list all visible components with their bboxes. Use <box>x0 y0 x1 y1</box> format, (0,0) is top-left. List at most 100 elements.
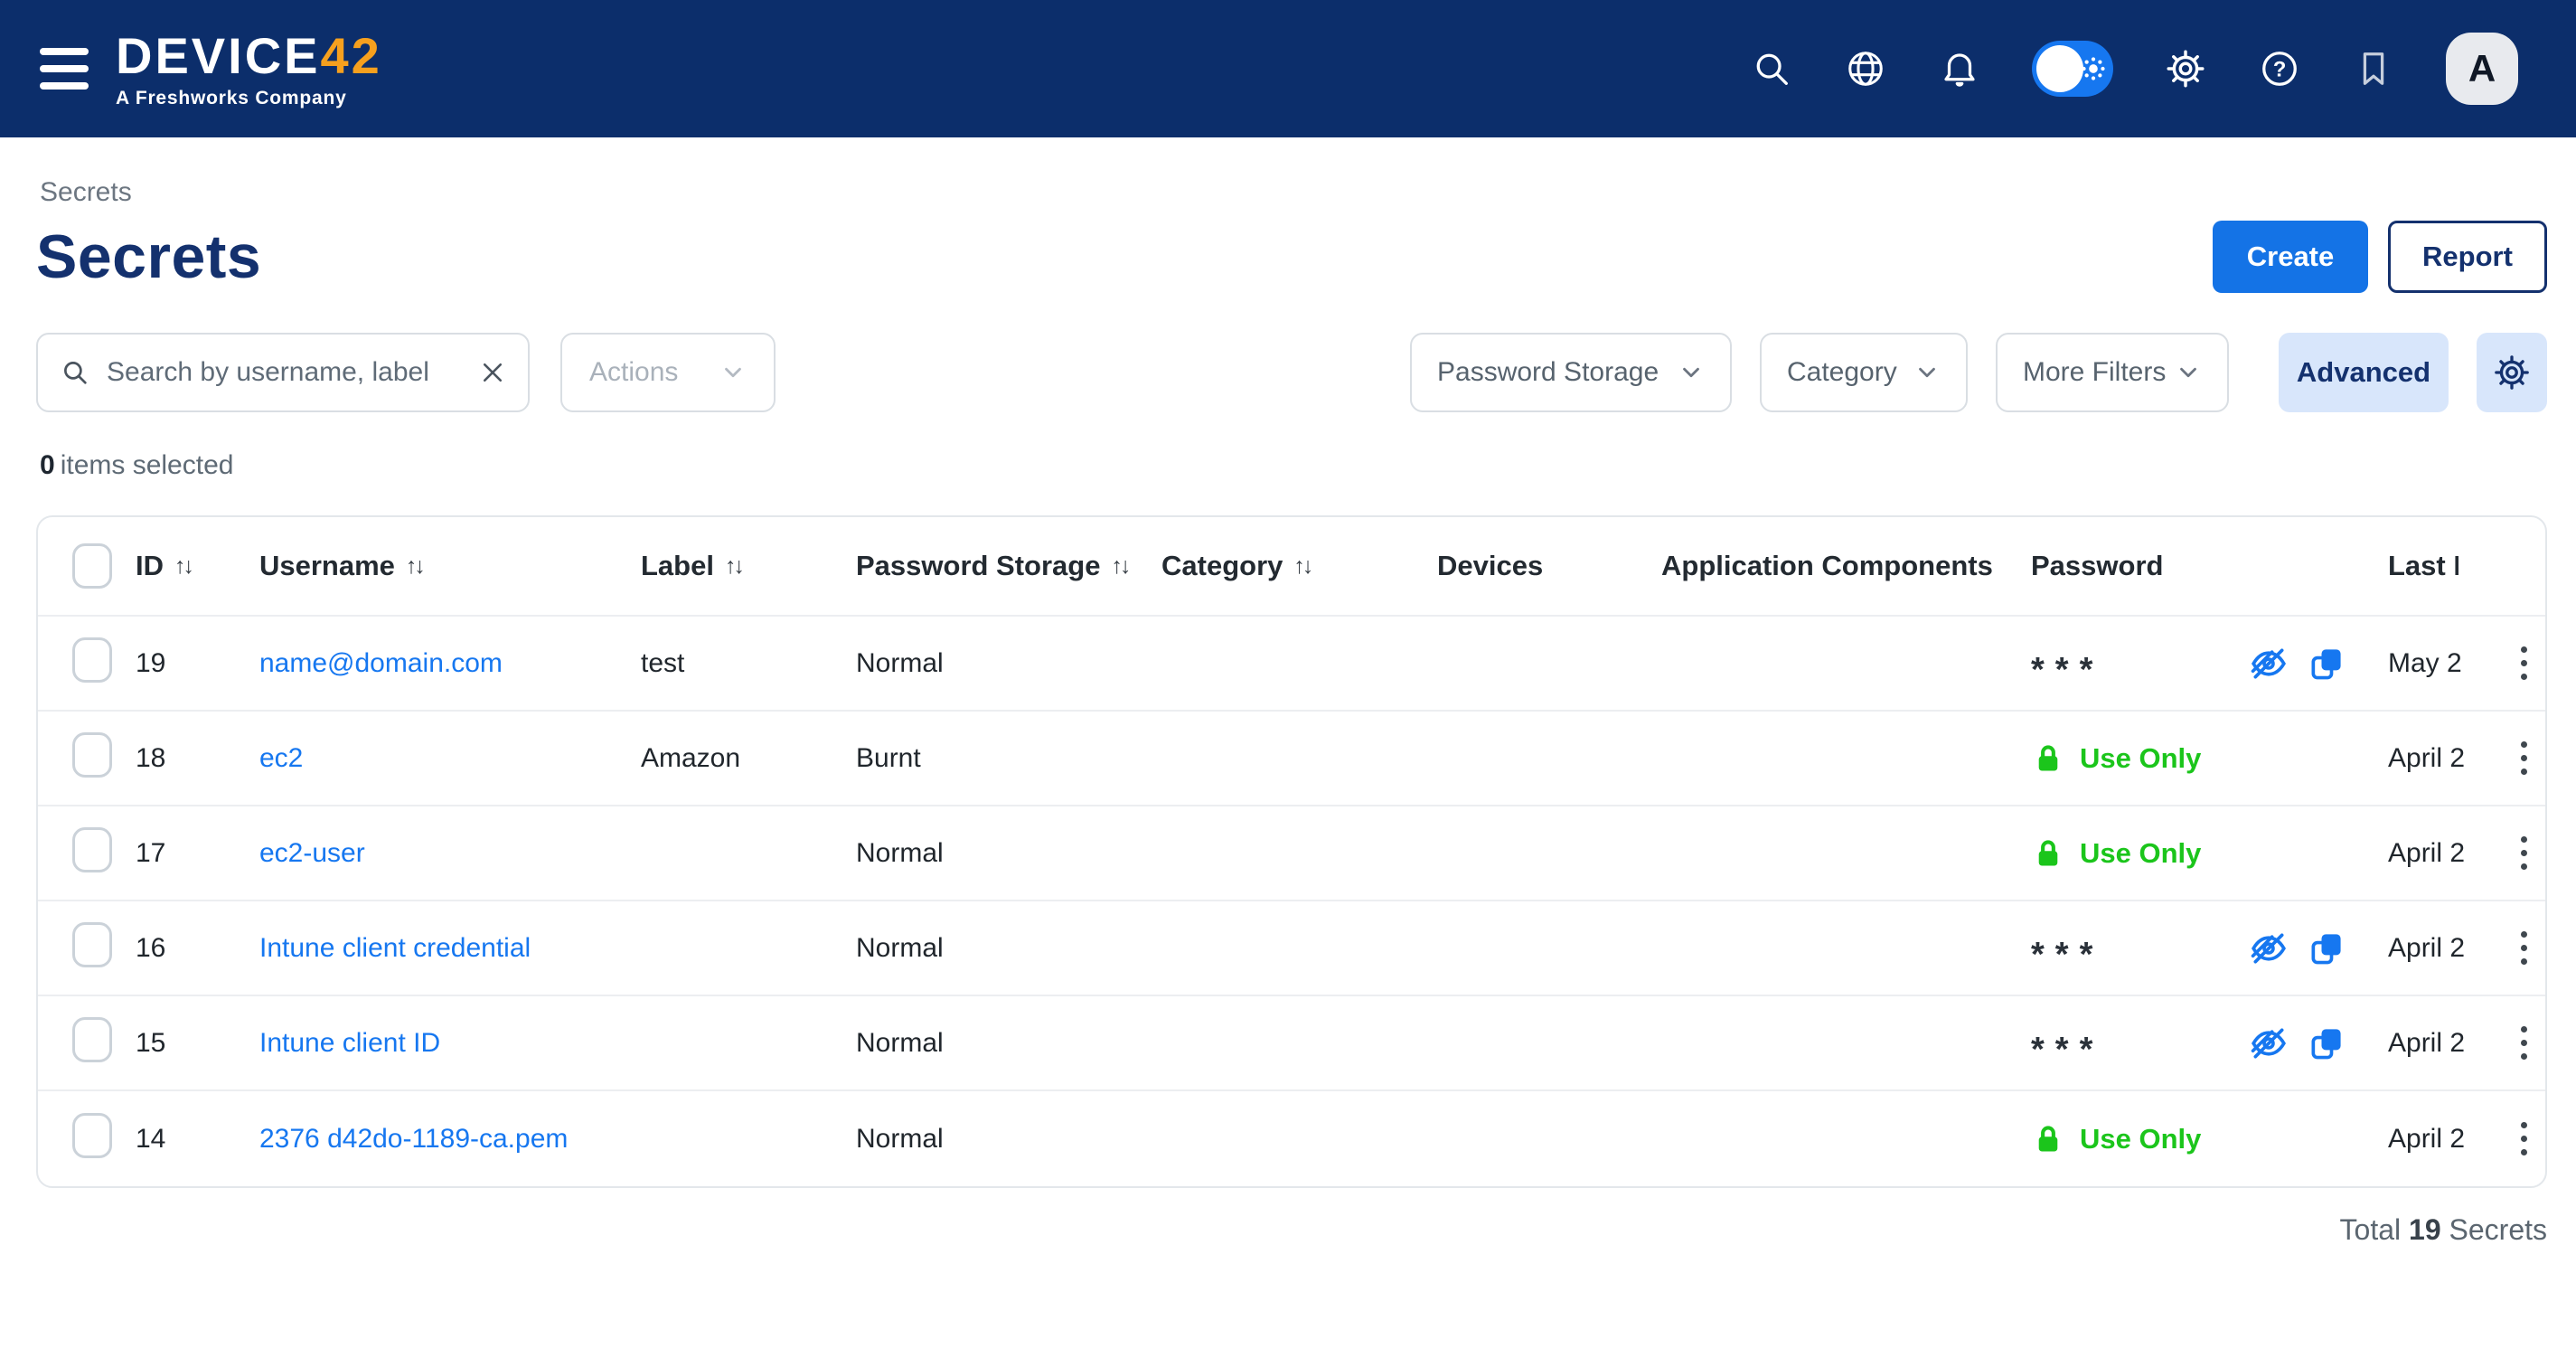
total-count: Total 19 Secrets <box>36 1213 2547 1247</box>
advanced-button[interactable]: Advanced <box>2279 333 2449 412</box>
search-input[interactable] <box>107 357 463 388</box>
cell-id: 17 <box>136 838 259 869</box>
avatar[interactable]: A <box>2446 33 2518 105</box>
top-navbar: DEVICE42 A Freshworks Company ? <box>0 0 2576 137</box>
table-row: 17 ec2-user Normal Use Only April 2 <box>38 806 2545 901</box>
copy-password-icon[interactable] <box>2307 929 2346 968</box>
cell-last: April 2 <box>2388 1028 2502 1059</box>
lock-icon <box>2031 836 2065 871</box>
reveal-password-icon[interactable] <box>2249 644 2289 684</box>
header-label[interactable]: Label↑↓ <box>641 550 856 582</box>
logo-tagline: A Freshworks Company <box>116 89 382 108</box>
header-last: Last P <box>2388 550 2502 582</box>
lock-icon <box>2031 1122 2065 1156</box>
logo-text: DEVICE <box>116 27 321 84</box>
row-checkbox[interactable] <box>72 1017 112 1062</box>
row-menu-kebab[interactable] <box>2508 641 2540 685</box>
cell-label: Amazon <box>641 743 856 774</box>
cell-password-storage: Burnt <box>856 743 1161 774</box>
row-checkbox[interactable] <box>72 1113 112 1158</box>
header-password-storage[interactable]: Password Storage↑↓ <box>856 550 1161 582</box>
cell-password: *** <box>2031 929 2388 968</box>
row-menu-kebab[interactable] <box>2508 926 2540 970</box>
help-icon[interactable]: ? <box>2258 47 2301 90</box>
actions-label: Actions <box>589 357 678 388</box>
row-menu-kebab[interactable] <box>2508 1117 2540 1161</box>
sort-icon[interactable]: ↑↓ <box>725 555 742 578</box>
breadcrumb[interactable]: Secrets <box>36 177 2547 208</box>
username-link[interactable]: ec2 <box>259 743 303 773</box>
username-link[interactable]: 2376 d42do-1189-ca.pem <box>259 1124 568 1154</box>
username-link[interactable]: name@domain.com <box>259 648 503 678</box>
toggle-knob <box>2036 45 2083 92</box>
sort-icon[interactable]: ↑↓ <box>1111 555 1128 578</box>
row-menu-kebab[interactable] <box>2508 1021 2540 1065</box>
bookmark-icon[interactable] <box>2352 47 2395 90</box>
cell-id: 15 <box>136 1028 259 1059</box>
sun-icon <box>2078 53 2109 84</box>
header-category[interactable]: Category↑↓ <box>1161 550 1437 582</box>
bell-icon[interactable] <box>1938 47 1981 90</box>
globe-icon[interactable] <box>1844 47 1887 90</box>
table-row: 14 2376 d42do-1189-ca.pem Normal Use Onl… <box>38 1091 2545 1186</box>
reveal-password-icon[interactable] <box>2249 1023 2289 1063</box>
gear-icon <box>2493 354 2531 391</box>
cell-last: April 2 <box>2388 933 2502 964</box>
cell-last: May 2 <box>2388 648 2502 679</box>
cell-last: April 2 <box>2388 743 2502 774</box>
row-checkbox[interactable] <box>72 922 112 967</box>
hamburger-menu-icon[interactable] <box>40 48 89 90</box>
cell-id: 16 <box>136 933 259 964</box>
cell-id: 14 <box>136 1124 259 1155</box>
use-only-badge: Use Only <box>2031 741 2201 776</box>
chevron-down-icon <box>719 359 747 386</box>
cell-password-storage: Normal <box>856 1028 1161 1059</box>
selected-count: 0 <box>40 450 55 480</box>
cell-password: Use Only <box>2031 1122 2388 1156</box>
table-row: 15 Intune client ID Normal *** April 2 <box>38 996 2545 1091</box>
search-icon[interactable] <box>1750 47 1793 90</box>
report-button[interactable]: Report <box>2388 221 2547 293</box>
sort-icon[interactable]: ↑↓ <box>1293 555 1311 578</box>
username-link[interactable]: Intune client credential <box>259 933 531 963</box>
cell-last: April 2 <box>2388 838 2502 869</box>
copy-password-icon[interactable] <box>2307 1023 2346 1063</box>
theme-toggle[interactable] <box>2032 41 2113 97</box>
username-link[interactable]: Intune client ID <box>259 1028 440 1058</box>
cell-password: Use Only <box>2031 836 2388 871</box>
category-filter[interactable]: Category <box>1760 333 1968 412</box>
more-filters-dropdown[interactable]: More Filters <box>1996 333 2229 412</box>
sort-icon[interactable]: ↑↓ <box>174 555 192 578</box>
select-all-checkbox[interactable] <box>72 543 112 589</box>
chevron-down-icon <box>2175 359 2202 386</box>
sort-icon[interactable]: ↑↓ <box>406 555 423 578</box>
username-link[interactable]: ec2-user <box>259 838 365 868</box>
row-checkbox[interactable] <box>72 827 112 872</box>
total-number: 19 <box>2409 1213 2441 1246</box>
header-id[interactable]: ID↑↓ <box>136 550 259 582</box>
clear-search-icon[interactable] <box>479 359 506 386</box>
copy-password-icon[interactable] <box>2307 644 2346 684</box>
row-checkbox[interactable] <box>72 732 112 778</box>
table-settings-gear-button[interactable] <box>2477 333 2547 412</box>
actions-dropdown[interactable]: Actions <box>560 333 776 412</box>
header-username[interactable]: Username↑↓ <box>259 550 641 582</box>
row-menu-kebab[interactable] <box>2508 831 2540 875</box>
chevron-down-icon <box>1678 359 1705 386</box>
use-only-badge: Use Only <box>2031 1122 2201 1156</box>
reveal-password-icon[interactable] <box>2249 929 2289 968</box>
selected-label: items selected <box>61 450 234 480</box>
row-menu-kebab[interactable] <box>2508 736 2540 780</box>
more-filters-label: More Filters <box>2023 357 2166 388</box>
toolbar: Actions Password Storage Category More F… <box>36 333 2547 412</box>
device42-logo[interactable]: DEVICE42 A Freshworks Company <box>116 31 382 108</box>
category-filter-label: Category <box>1787 357 1897 388</box>
create-button[interactable]: Create <box>2213 221 2368 293</box>
avatar-letter: A <box>2468 47 2496 90</box>
header-password: Password <box>2031 550 2388 582</box>
cell-label: test <box>641 648 856 679</box>
header-application-components: Application Components <box>1661 550 2031 582</box>
row-checkbox[interactable] <box>72 637 112 683</box>
settings-gear-icon[interactable] <box>2164 47 2207 90</box>
password-storage-filter[interactable]: Password Storage <box>1410 333 1732 412</box>
